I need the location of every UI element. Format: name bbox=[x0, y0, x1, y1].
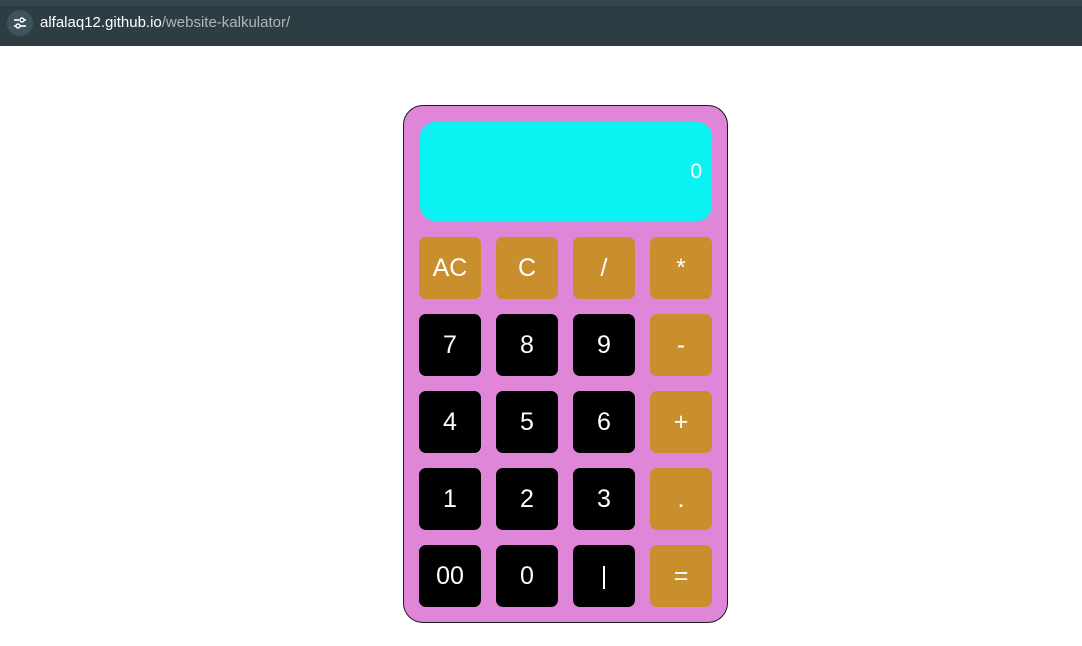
calculator: 0 AC C / * 7 8 9 - 4 5 6 + 1 2 3 . 00 0 … bbox=[403, 105, 728, 623]
multiply-button[interactable]: * bbox=[650, 237, 712, 299]
decimal-button[interactable]: . bbox=[650, 468, 712, 530]
site-info-button[interactable] bbox=[7, 10, 33, 36]
digit-4-button[interactable]: 4 bbox=[419, 391, 481, 453]
digit-6-button[interactable]: 6 bbox=[573, 391, 635, 453]
equals-button[interactable]: = bbox=[650, 545, 712, 607]
pipe-button[interactable]: | bbox=[573, 545, 635, 607]
digit-1-button[interactable]: 1 bbox=[419, 468, 481, 530]
url-field[interactable]: alfalaq12.github.io/website-kalkulator/ bbox=[40, 14, 290, 32]
digit-3-button[interactable]: 3 bbox=[573, 468, 635, 530]
clear-button[interactable]: C bbox=[496, 237, 558, 299]
tune-icon bbox=[14, 17, 26, 29]
digit-0-button[interactable]: 0 bbox=[496, 545, 558, 607]
digit-8-button[interactable]: 8 bbox=[496, 314, 558, 376]
digit-5-button[interactable]: 5 bbox=[496, 391, 558, 453]
add-button[interactable]: + bbox=[650, 391, 712, 453]
all-clear-button[interactable]: AC bbox=[419, 237, 481, 299]
browser-address-bar: alfalaq12.github.io/website-kalkulator/ bbox=[0, 0, 1082, 46]
double-zero-button[interactable]: 00 bbox=[419, 545, 481, 607]
digit-9-button[interactable]: 9 bbox=[573, 314, 635, 376]
digit-7-button[interactable]: 7 bbox=[419, 314, 481, 376]
url-host: alfalaq12.github.io bbox=[40, 14, 162, 31]
keypad: AC C / * 7 8 9 - 4 5 6 + 1 2 3 . 00 0 | … bbox=[419, 237, 712, 607]
calculator-display: 0 bbox=[420, 122, 712, 221]
url-path: /website-kalkulator/ bbox=[161, 14, 291, 31]
divide-button[interactable]: / bbox=[573, 237, 635, 299]
subtract-button[interactable]: - bbox=[650, 314, 712, 376]
digit-2-button[interactable]: 2 bbox=[496, 468, 558, 530]
